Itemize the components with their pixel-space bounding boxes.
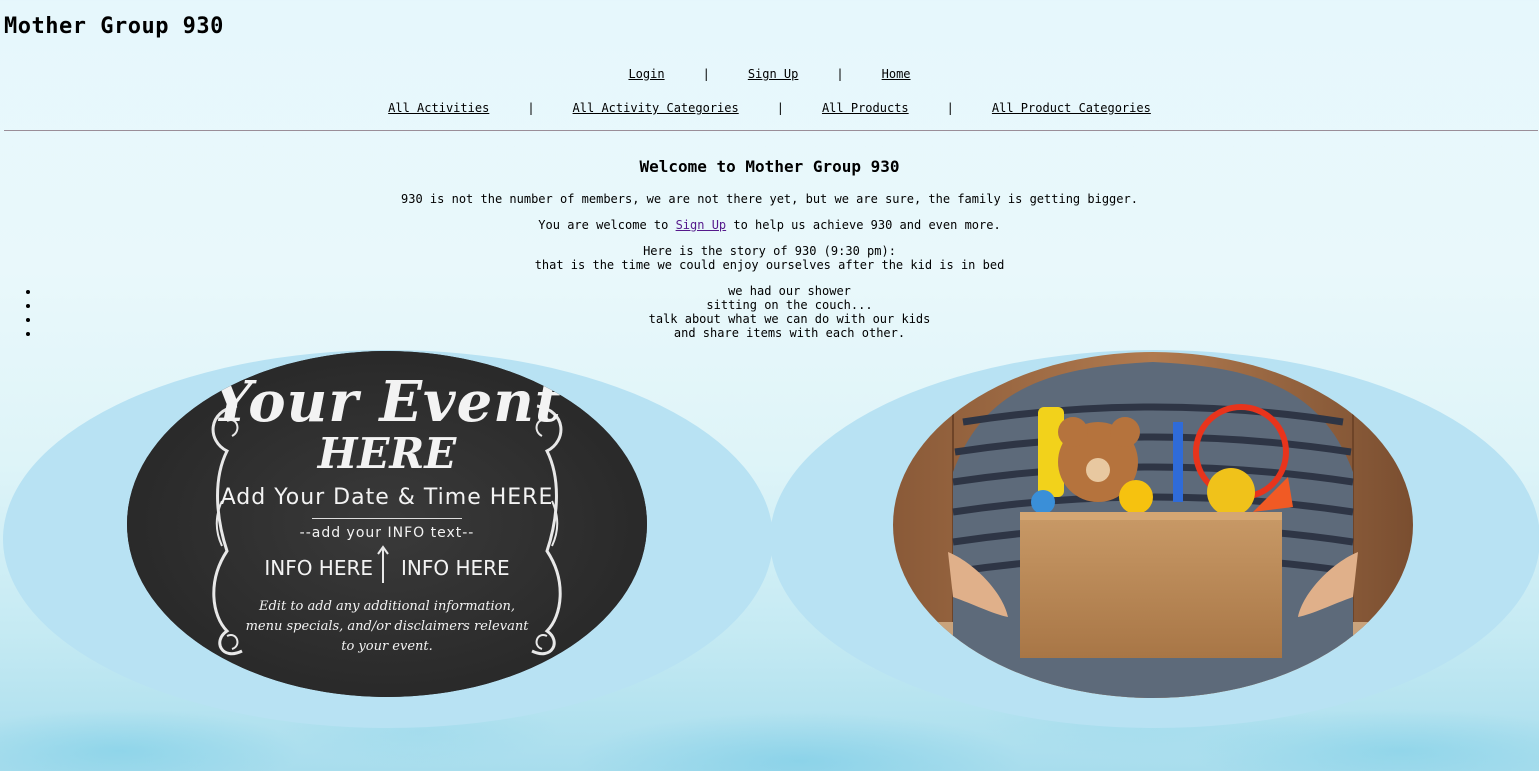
list-item: talk about what we can do with our kids	[40, 312, 1539, 326]
welcome-heading: Welcome to Mother Group 930	[639, 157, 900, 176]
login-link[interactable]: Login	[628, 67, 664, 81]
site-title: Mother Group 930	[4, 14, 224, 39]
nav-row-catalog: All Activities | All Activity Categories | A…	[0, 101, 1539, 115]
list-item: and share items with each other.	[40, 326, 1539, 340]
inline-sign-up-link[interactable]: Sign Up	[676, 218, 727, 232]
story-line-2: that is the time we could enjoy ourselve…	[534, 258, 1005, 272]
event-footer: Edit to add any additional information, …	[245, 599, 529, 654]
nav-row-account: Login | Sign Up | Home	[0, 67, 1539, 81]
all-product-categories-link[interactable]: All Product Categories	[992, 101, 1151, 115]
nav-separator: |	[836, 67, 844, 81]
all-activity-categories-link[interactable]: All Activity Categories	[573, 101, 739, 115]
event-info-pair: INFO HERE INFO HERE	[127, 556, 647, 580]
chalkboard-text: Your Event HERE Add Your Date & Time HER…	[127, 351, 647, 697]
story-intro: Here is the story of 930 (9:30 pm): that …	[0, 244, 1539, 272]
toy-box-photo	[893, 352, 1413, 698]
event-title: Your Event	[212, 369, 562, 435]
event-info-a: INFO HERE	[264, 556, 373, 580]
nav-separator: |	[702, 67, 710, 81]
story-list: we had our shower sitting on the couch..…	[0, 284, 1539, 340]
donation-box-image[interactable]	[893, 352, 1413, 698]
nav-separator: |	[527, 101, 535, 115]
header-divider	[4, 130, 1538, 131]
list-item: sitting on the couch...	[40, 298, 1539, 312]
nav-separator: |	[946, 101, 954, 115]
intro-text: 930 is not the number of members, we are…	[401, 192, 1138, 206]
list-item: we had our shower	[40, 284, 1539, 298]
invite-text-after: to help us achieve 930 and even more.	[726, 218, 1001, 232]
invite-text: You are welcome to Sign Up to help us ac…	[0, 218, 1539, 232]
event-subtitle: HERE	[317, 429, 457, 478]
all-activities-link[interactable]: All Activities	[388, 101, 489, 115]
home-link[interactable]: Home	[882, 67, 911, 81]
sign-up-link[interactable]: Sign Up	[748, 67, 799, 81]
all-products-link[interactable]: All Products	[822, 101, 909, 115]
event-date-line: Add Your Date & Time HERE	[220, 485, 554, 510]
event-info-line: --add your INFO text--	[299, 525, 475, 541]
event-flyer-image[interactable]: Your Event HERE Add Your Date & Time HER…	[127, 351, 647, 697]
event-info-b: INFO HERE	[401, 556, 510, 580]
chalk-rule	[312, 518, 462, 519]
nav-separator: |	[776, 101, 784, 115]
story-line-1: Here is the story of 930 (9:30 pm):	[643, 244, 896, 258]
invite-text-before: You are welcome to	[538, 218, 676, 232]
